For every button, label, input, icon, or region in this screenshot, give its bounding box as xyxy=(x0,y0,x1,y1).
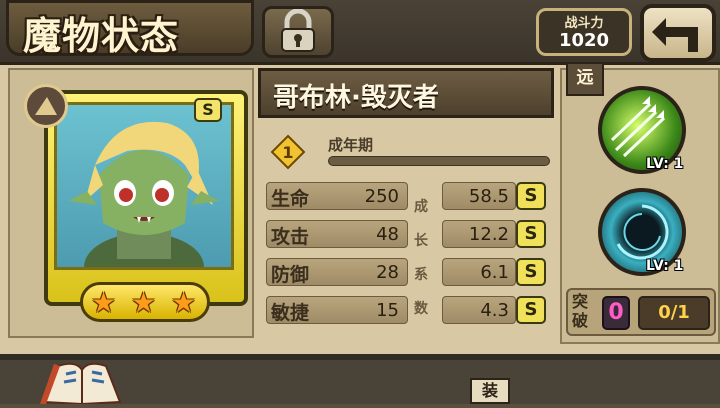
stat-value: 28 xyxy=(376,262,399,283)
growth-grade-badge: S xyxy=(516,258,546,286)
stat-row-agility: 敏捷 15 xyxy=(266,296,408,324)
combat-power-box: 战斗力 1020 xyxy=(536,8,632,56)
stage-level: 1 xyxy=(282,143,293,162)
monster-portrait[interactable] xyxy=(54,102,234,270)
growth-value: 6.1 xyxy=(480,262,509,283)
skill-level: LV: 1 xyxy=(646,156,684,172)
growth-grade-badge: S xyxy=(516,220,546,248)
skill-level: LV: 1 xyxy=(646,258,684,274)
page-title: 魔物状态 xyxy=(6,0,254,58)
growth-label-char: 成 xyxy=(414,199,428,215)
back-arrow-icon xyxy=(652,18,698,52)
growth-box-agility: 4.3 xyxy=(442,296,516,324)
breakthrough-label: 突破 xyxy=(572,292,589,330)
ranged-class-badge xyxy=(24,84,68,128)
star-icon: ★ xyxy=(171,286,197,319)
combat-power-value: 1020 xyxy=(558,30,610,51)
stage-diamond-icon: 1 xyxy=(270,134,306,170)
growth-box-defense: 6.1 xyxy=(442,258,516,286)
stat-value: 250 xyxy=(364,186,399,207)
monster-name: 哥布林·毁灭者 xyxy=(273,83,439,113)
growth-value: 58.5 xyxy=(468,186,509,207)
growth-grade-badge: S xyxy=(516,296,546,324)
stat-name: 生命 xyxy=(271,188,310,210)
lock-icon xyxy=(281,9,315,52)
star-rating: ★ ★ ★ xyxy=(80,282,210,322)
growth-box-hp: 58.5 xyxy=(442,182,516,210)
stat-row-hp: 生命 250 xyxy=(266,182,408,210)
stat-row-attack: 攻击 48 xyxy=(266,220,408,248)
star-icon: ★ xyxy=(91,286,117,319)
breakthrough-box: 突破 0 0/1 xyxy=(566,288,716,336)
range-tag: 远 xyxy=(566,62,604,96)
star-icon: ★ xyxy=(131,286,157,319)
growth-label-char: 数 xyxy=(414,301,428,317)
growth-label-char: 系 xyxy=(414,267,428,283)
combat-power-label: 战斗力 xyxy=(564,16,604,31)
bottom-tab[interactable]: 装 xyxy=(470,378,510,404)
monster-grade-badge: S xyxy=(194,98,222,122)
goblin-portrait-image xyxy=(69,121,219,267)
stage-progress-bar xyxy=(328,156,550,166)
back-button[interactable] xyxy=(640,4,716,62)
growth-value: 12.2 xyxy=(468,224,509,245)
book-graphic xyxy=(40,362,122,406)
stat-name: 敏捷 xyxy=(271,302,310,324)
stat-value: 48 xyxy=(376,224,399,245)
stage-label: 成年期 xyxy=(328,136,374,154)
book-icon[interactable] xyxy=(36,356,128,406)
monster-name-bar: 哥布林·毁灭者 xyxy=(258,68,554,118)
stat-row-defense: 防御 28 xyxy=(266,258,408,286)
stage-badge: 1 xyxy=(270,134,306,170)
growth-label-char: 长 xyxy=(414,233,428,249)
class-emblem-icon xyxy=(35,97,57,115)
growth-grade-badge: S xyxy=(516,182,546,210)
breakthrough-progress[interactable]: 0/1 xyxy=(638,296,710,330)
stat-value: 15 xyxy=(376,300,399,321)
breakthrough-count: 0 xyxy=(602,296,630,330)
growth-box-attack: 12.2 xyxy=(442,220,516,248)
stat-name: 防御 xyxy=(271,264,310,286)
stat-name: 攻击 xyxy=(271,226,310,248)
lock-button[interactable] xyxy=(262,6,334,58)
page-title-text: 魔物状态 xyxy=(23,14,180,58)
growth-value: 4.3 xyxy=(480,300,509,321)
